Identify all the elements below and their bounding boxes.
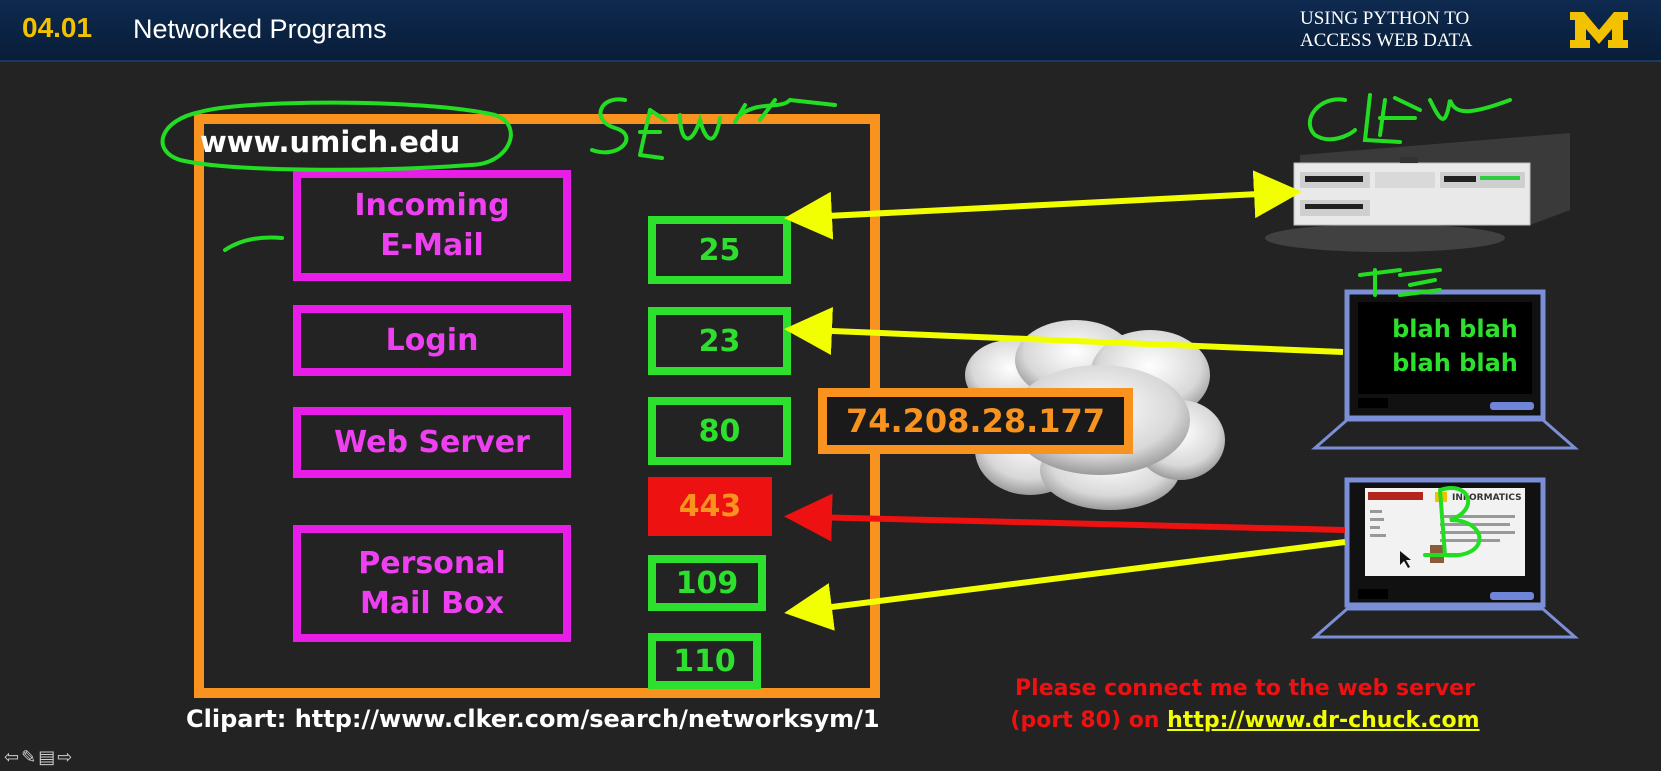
annotation-server-scribble <box>590 97 837 160</box>
clipart-credit: Clipart: http://www.clker.com/search/net… <box>186 705 880 733</box>
menu-icon[interactable]: ▤ <box>38 747 57 768</box>
back-arrow-icon[interactable]: ⇦ <box>4 747 21 768</box>
forward-arrow-icon[interactable]: ⇨ <box>57 747 74 768</box>
annotation-client-scribble <box>1307 93 1512 144</box>
request-line1: Please connect me to the web server <box>1015 676 1475 701</box>
slide-nav-controls: ⇦✎▤⇨ <box>4 747 74 768</box>
pen-icon[interactable]: ✎ <box>21 747 38 768</box>
request-line2-prefix: (port 80) on <box>1010 708 1168 733</box>
annotation-b-scribble <box>1423 486 1482 558</box>
dr-chuck-link[interactable]: http://www.dr-chuck.com <box>1167 708 1479 733</box>
annotation-pc-scribble <box>1358 268 1442 297</box>
annotation-host-circle <box>160 100 513 172</box>
annotation-dash <box>223 235 284 252</box>
handwritten-annotations <box>160 93 1512 558</box>
request-text: Please connect me to the web server (por… <box>960 673 1530 737</box>
